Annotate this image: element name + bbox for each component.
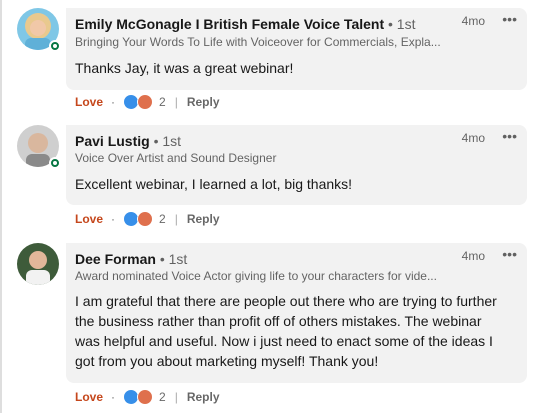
author-name[interactable]: Pavi Lustig <box>75 133 150 149</box>
thread-line <box>0 0 2 413</box>
author-name[interactable]: Emily McGonagle I British Female Voice T… <box>75 16 384 32</box>
divider: | <box>174 212 178 226</box>
separator-dot: · <box>111 390 116 404</box>
author-headline: Voice Over Artist and Sound Designer <box>75 151 277 165</box>
separator-dot: · <box>111 212 116 226</box>
comment-bubble: Pavi Lustig • 1st Voice Over Artist and … <box>66 125 527 205</box>
reply-button[interactable]: Reply <box>187 390 220 404</box>
author-line: Emily McGonagle I British Female Voice T… <box>75 16 415 32</box>
reaction-count[interactable]: 2 <box>159 390 166 404</box>
connection-degree: • 1st <box>153 133 182 149</box>
divider: | <box>174 95 178 109</box>
love-reaction-button[interactable]: Love <box>75 390 103 404</box>
comment-actions: Love · 2 | Reply <box>75 211 220 227</box>
comment-text: Excellent webinar, I learned a lot, big … <box>75 176 353 192</box>
divider: | <box>174 390 178 404</box>
reactions-summary[interactable] <box>123 211 159 227</box>
online-status-indicator <box>49 157 61 169</box>
comment-actions: Love · 2 | Reply <box>75 94 220 110</box>
reaction-count[interactable]: 2 <box>159 95 166 109</box>
comment-bubble: Dee Forman • 1st Award nominated Voice A… <box>66 243 527 383</box>
comment-time: 4mo <box>461 131 485 145</box>
more-options-icon[interactable]: ••• <box>502 11 517 27</box>
comment-actions: Love · 2 | Reply <box>75 389 220 405</box>
reactions-summary[interactable] <box>123 389 159 405</box>
reaction-count[interactable]: 2 <box>159 212 166 226</box>
love-reaction-button[interactable]: Love <box>75 95 103 109</box>
heart-reaction-icon <box>137 389 154 405</box>
author-line: Dee Forman • 1st <box>75 251 187 267</box>
connection-degree: • 1st <box>388 16 416 32</box>
love-reaction-button[interactable]: Love <box>75 212 103 226</box>
connection-degree: • 1st <box>159 251 188 267</box>
comment-time: 4mo <box>461 249 485 263</box>
author-headline: Award nominated Voice Actor giving life … <box>75 269 437 283</box>
author-name[interactable]: Dee Forman <box>75 251 156 267</box>
more-options-icon[interactable]: ••• <box>502 128 517 144</box>
reactions-summary[interactable] <box>123 94 159 110</box>
heart-reaction-icon <box>137 211 154 227</box>
heart-reaction-icon <box>137 94 154 110</box>
comment-text: Thanks Jay, it was a great webinar! <box>75 60 294 76</box>
separator-dot: · <box>111 95 116 109</box>
more-options-icon[interactable]: ••• <box>502 246 517 262</box>
online-status-indicator <box>49 40 61 52</box>
avatar[interactable] <box>17 243 59 285</box>
reply-button[interactable]: Reply <box>187 212 220 226</box>
author-headline: Bringing Your Words To Life with Voiceov… <box>75 35 441 49</box>
comment-text: I am grateful that there are people out … <box>75 293 497 369</box>
reply-button[interactable]: Reply <box>187 95 220 109</box>
comment-time: 4mo <box>461 14 485 28</box>
author-line: Pavi Lustig • 1st <box>75 133 181 149</box>
comment-bubble: Emily McGonagle I British Female Voice T… <box>66 8 527 90</box>
